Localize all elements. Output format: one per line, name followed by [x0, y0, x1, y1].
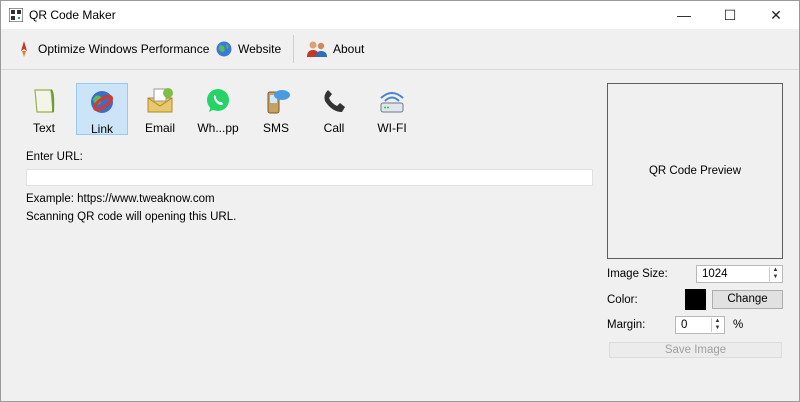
toolbar-separator	[293, 35, 294, 63]
type-email-label: Email	[144, 121, 175, 135]
type-text-button[interactable]: Text	[18, 83, 70, 135]
spin-down-icon[interactable]: ▼	[712, 325, 723, 332]
qr-preview: QR Code Preview	[607, 83, 783, 259]
image-size-spinner[interactable]: 1024 ▲ ▼	[696, 265, 783, 283]
margin-spinner[interactable]: 0 ▲ ▼	[675, 316, 725, 334]
rocket-icon	[21, 41, 27, 57]
type-whatsapp-label: Wh...pp	[197, 121, 239, 135]
margin-label: Margin:	[607, 319, 646, 331]
margin-arrows[interactable]: ▲ ▼	[711, 318, 723, 332]
whatsapp-icon	[207, 89, 229, 112]
type-sms-label: SMS	[262, 121, 289, 135]
type-email-button[interactable]: Email	[134, 83, 186, 135]
wifi-icon	[380, 92, 404, 113]
maximize-button[interactable]: ☐	[707, 1, 753, 29]
spin-up-icon[interactable]: ▲	[712, 318, 723, 325]
sms-icon	[267, 90, 290, 114]
type-sms-button[interactable]: SMS	[250, 83, 302, 135]
text-icon	[34, 89, 55, 113]
url-input[interactable]	[26, 169, 593, 186]
optimize-windows-button[interactable]: Optimize Windows Performance	[15, 38, 209, 60]
qr-preview-label: QR Code Preview	[648, 165, 742, 177]
about-button[interactable]: About	[306, 38, 364, 60]
scan-note-text: Scanning QR code will opening this URL.	[26, 211, 237, 223]
type-call-button[interactable]: Call	[308, 83, 360, 135]
toolbar: Optimize Windows Performance Website Abo…	[1, 29, 799, 70]
type-whatsapp-button[interactable]: Wh...pp	[192, 83, 244, 135]
type-wifi-label: WI-FI	[377, 121, 407, 135]
spin-up-icon[interactable]: ▲	[770, 267, 781, 274]
image-size-arrows[interactable]: ▲ ▼	[769, 267, 781, 281]
globe-icon	[216, 41, 232, 57]
change-color-button[interactable]: Change	[712, 290, 783, 309]
website-button[interactable]: Website	[215, 38, 281, 60]
phone-icon	[324, 90, 345, 112]
save-image-button[interactable]: Save Image	[609, 342, 782, 358]
url-label: Enter URL:	[26, 151, 83, 163]
close-button[interactable]: ✕	[753, 1, 799, 29]
app-window: QR Code Maker — ☐ ✕ Optimize Windows Per…	[0, 0, 800, 402]
email-icon	[147, 88, 173, 113]
type-link-button[interactable]: Link	[76, 83, 128, 136]
minimize-button[interactable]: —	[661, 1, 707, 29]
color-label: Color:	[607, 294, 638, 306]
qr-app-icon	[9, 8, 23, 22]
example-text: Example: https://www.tweaknow.com	[26, 193, 215, 205]
type-wifi-button[interactable]: WI-FI	[366, 83, 418, 135]
optimize-label: Optimize Windows Performance	[38, 42, 210, 56]
website-label: Website	[238, 42, 282, 56]
users-icon	[307, 41, 327, 57]
margin-unit: %	[733, 319, 744, 331]
type-call-label: Call	[323, 121, 345, 135]
type-text-label: Text	[32, 121, 55, 135]
link-icon	[91, 91, 114, 113]
color-swatch	[685, 289, 706, 310]
margin-value: 0	[681, 319, 688, 331]
window-title: QR Code Maker	[29, 8, 116, 22]
about-label: About	[333, 42, 365, 56]
type-link-label: Link	[90, 122, 113, 136]
title-bar: QR Code Maker — ☐ ✕	[1, 1, 799, 29]
spin-down-icon[interactable]: ▼	[770, 274, 781, 281]
image-size-value: 1024	[702, 268, 728, 280]
image-size-label: Image Size:	[607, 268, 668, 280]
